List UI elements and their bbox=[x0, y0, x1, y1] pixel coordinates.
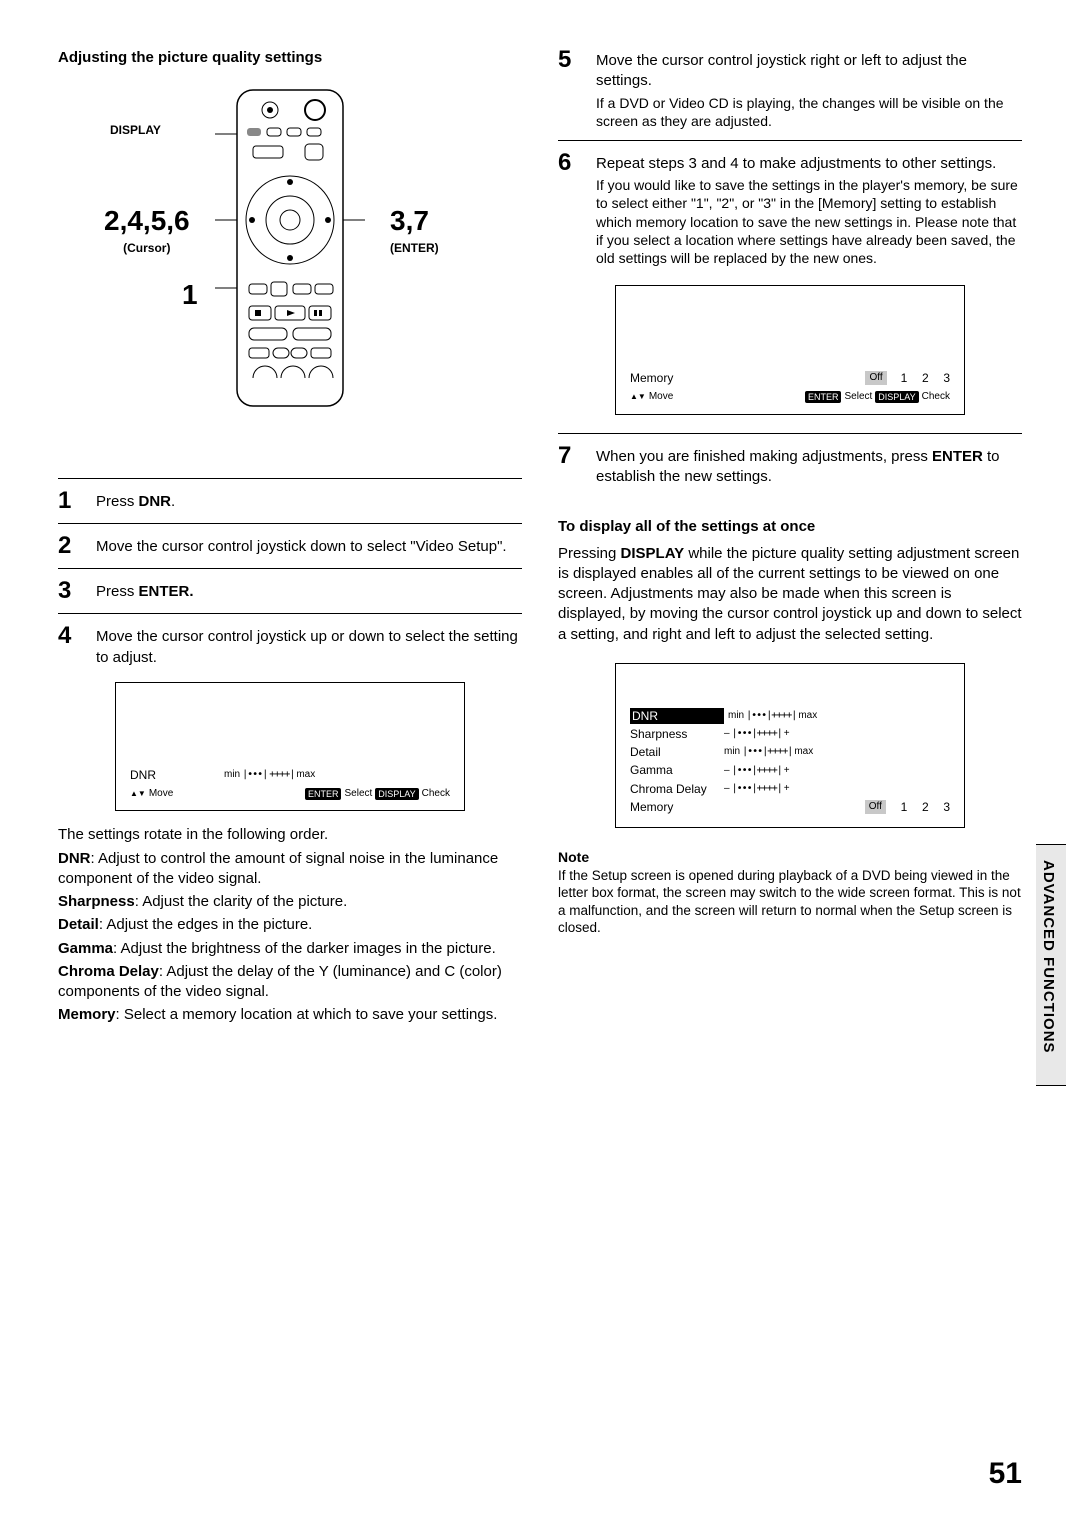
step-6: 6 Repeat steps 3 and 4 to make adjustmen… bbox=[558, 151, 1022, 267]
osd-all-settings: DNR min|•••|++++|max Sharpness –|•••|+++… bbox=[615, 663, 965, 828]
step-number: 7 bbox=[558, 444, 582, 488]
note-heading: Note bbox=[558, 848, 1022, 867]
step-2: 2 Move the cursor control joystick down … bbox=[58, 534, 522, 558]
callout-cursor: 2,4,5,6 (Cursor) bbox=[104, 202, 190, 256]
callout-display: DISPLAY bbox=[110, 122, 161, 138]
osd-single-setting: DNR min |•••|++++| max Move ENTERSelect … bbox=[115, 682, 465, 812]
updown-arrows-icon bbox=[130, 787, 146, 801]
remote-diagram: DISPLAY 2,4,5,6 (Cursor) 3,7 (ENTER) 1 bbox=[110, 88, 470, 448]
step-5: 5 Move the cursor control joystick right… bbox=[558, 48, 1022, 130]
remote-control-illustration bbox=[215, 88, 365, 408]
divider bbox=[58, 613, 522, 614]
subsection-body: Pressing DISPLAY while the picture quali… bbox=[558, 544, 1022, 645]
divider bbox=[58, 568, 522, 569]
divider bbox=[58, 478, 522, 479]
step-number: 2 bbox=[58, 534, 82, 558]
step-7: 7 When you are finished making adjustmen… bbox=[558, 444, 1022, 488]
step-number: 3 bbox=[58, 579, 82, 603]
step-number: 5 bbox=[558, 48, 582, 130]
step-number: 4 bbox=[58, 624, 82, 668]
step-4: 4 Move the cursor control joystick up or… bbox=[58, 624, 522, 668]
setting-definitions: The settings rotate in the following ord… bbox=[58, 825, 522, 1025]
step-number: 6 bbox=[558, 151, 582, 267]
subsection-heading: To display all of the settings at once bbox=[558, 517, 1022, 537]
divider bbox=[558, 140, 1022, 141]
callout-enter: 3,7 (ENTER) bbox=[390, 202, 439, 256]
section-heading: Adjusting the picture quality settings bbox=[58, 48, 522, 68]
step-number: 1 bbox=[58, 489, 82, 513]
divider bbox=[58, 523, 522, 524]
divider bbox=[558, 433, 1022, 434]
callout-one: 1 bbox=[182, 276, 198, 314]
updown-arrows-icon bbox=[630, 390, 646, 404]
note-body: If the Setup screen is opened during pla… bbox=[558, 867, 1022, 937]
page-number: 51 bbox=[989, 1454, 1022, 1495]
step-3: 3 Press ENTER. bbox=[58, 579, 522, 603]
osd-memory: Memory Off 1 2 3 Move ENTERSelect DISPLA… bbox=[615, 285, 965, 415]
section-tab-label: ADVANCED FUNCTIONS bbox=[1038, 860, 1058, 1054]
step-1: 1 Press DNR. bbox=[58, 489, 522, 513]
